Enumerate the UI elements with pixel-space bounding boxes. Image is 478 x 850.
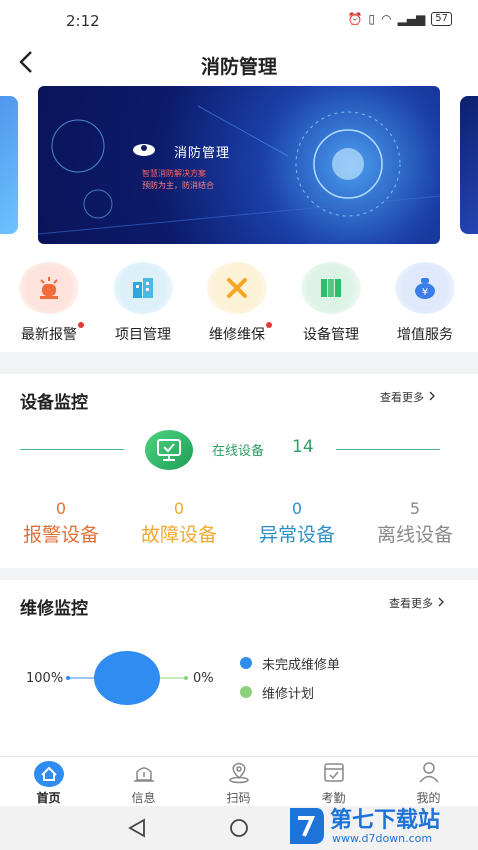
- banner-slogan: 预防为主，防消结合: [142, 181, 214, 190]
- user-icon: [381, 760, 476, 788]
- tab-1[interactable]: 信息: [96, 757, 191, 807]
- device-stat-label: 报警设备: [22, 524, 99, 546]
- divider-left: [20, 449, 124, 450]
- online-device-label: 在线设备: [212, 444, 265, 459]
- vibrate-icon: ▯: [368, 12, 376, 26]
- signal-icon: ▂▄▆: [397, 12, 426, 26]
- alarm-light-icon: [19, 262, 79, 314]
- quick-menu: 最新报警项目管理 维修维保设备管理 ¥ 增值服务: [0, 260, 478, 352]
- pie-label-right: 0%: [193, 671, 214, 686]
- money-bag-icon: ¥: [395, 262, 455, 314]
- banner-prev-slide[interactable]: [0, 96, 18, 234]
- location-scan-icon: [191, 760, 286, 788]
- online-device-count: 14: [292, 437, 314, 457]
- quick-menu-label: 项目管理: [115, 327, 171, 343]
- divider-right: [336, 449, 440, 450]
- device-more-link[interactable]: 查看更多: [380, 389, 436, 405]
- device-monitor-title: 设备监控: [20, 393, 88, 413]
- pie-slice-0: [94, 651, 160, 705]
- device-stat-0[interactable]: 0 报警设备: [2, 499, 120, 547]
- chevron-right-icon: [438, 597, 444, 607]
- status-time: 2:12: [66, 12, 100, 30]
- banner-carousel[interactable]: 消防管理 智慧消防解决方案 预防为主，防消结合: [0, 84, 478, 260]
- device-stat-value: 0: [173, 499, 185, 518]
- repair-pie-chart: 100% 0%: [26, 651, 214, 705]
- repair-more-label: 查看更多: [389, 597, 433, 610]
- nav-back-icon[interactable]: [126, 818, 148, 838]
- pie-leader-dot-right: [184, 676, 188, 680]
- tab-0[interactable]: 首页: [1, 757, 96, 807]
- status-icons: ⏰ ▯ ◠ ▂▄▆ 57: [348, 12, 452, 26]
- legend-label-unfinished: 未完成维修单: [262, 658, 341, 673]
- app-header: 消防管理: [0, 44, 478, 84]
- repair-monitor-title: 维修监控: [20, 599, 88, 619]
- online-device-icon: [145, 430, 193, 470]
- quick-menu-item-3[interactable]: 设备管理: [284, 260, 378, 352]
- repair-monitor-card: 维修监控 查看更多 100% 0% 未完成维修单 维修计划: [0, 580, 478, 756]
- quick-menu-label: 增值服务: [397, 327, 453, 343]
- device-stat-value: 5: [409, 499, 421, 518]
- tab-label: 信息: [131, 791, 156, 805]
- watermark-logo: [290, 808, 324, 844]
- building-icon: [113, 262, 173, 314]
- banner-background-art: [38, 105, 440, 235]
- device-stat-3[interactable]: 5 离线设备: [356, 499, 474, 547]
- notification-dot: [78, 322, 84, 328]
- banner-slide[interactable]: 消防管理 智慧消防解决方案 预防为主，防消结合: [38, 86, 440, 244]
- wifi-icon: ◠: [381, 12, 392, 26]
- quick-menu-item-4[interactable]: ¥ 增值服务: [378, 260, 472, 352]
- alert-icon: [96, 760, 191, 788]
- wrench-icon: [207, 262, 267, 314]
- server-icon: [301, 262, 361, 314]
- calendar-check-icon: [286, 760, 381, 788]
- quick-menu-item-2[interactable]: 维修维保: [190, 260, 284, 352]
- home-icon: [1, 760, 96, 792]
- pie-leader-dot-left: [66, 676, 70, 680]
- battery-icon: 57: [431, 12, 452, 26]
- device-stat-label: 离线设备: [376, 524, 453, 546]
- device-stat-label: 异常设备: [258, 524, 335, 546]
- pie-label-left: 100%: [26, 671, 63, 686]
- page-title: 消防管理: [200, 56, 277, 78]
- repair-more-link[interactable]: 查看更多: [389, 595, 445, 611]
- banner-next-slide[interactable]: [460, 96, 478, 234]
- quick-menu-item-1[interactable]: 项目管理: [96, 260, 190, 352]
- notification-dot: [266, 322, 272, 328]
- device-stat-1[interactable]: 0 故障设备: [120, 499, 238, 547]
- alarm-clock-icon: ⏰: [347, 12, 363, 26]
- device-monitor-card: 设备监控 查看更多 在线设备 14 0 报警设备 0 故障设备 0 异常设备 5 离线设备: [0, 374, 478, 568]
- device-stat-value: 0: [55, 499, 67, 518]
- banner-subtitle: 智慧消防解决方案: [142, 169, 206, 178]
- tab-label: 首页: [36, 791, 61, 805]
- nav-home-icon[interactable]: [228, 818, 250, 838]
- watermark-brand: 第七下载站: [330, 808, 441, 833]
- device-stat-label: 故障设备: [140, 524, 217, 546]
- tab-2[interactable]: 扫码: [191, 757, 286, 807]
- quick-menu-label: 设备管理: [303, 327, 359, 343]
- quick-menu-item-0[interactable]: 最新报警: [2, 260, 96, 352]
- fire-helmet-icon: [133, 144, 155, 156]
- banner-title: 消防管理: [174, 146, 231, 161]
- legend-dot-plan: [240, 686, 252, 698]
- svg-text:¥: ¥: [422, 287, 428, 298]
- tab-label: 扫码: [226, 791, 251, 805]
- device-stat-2[interactable]: 0 异常设备: [238, 499, 356, 547]
- legend-dot-unfinished: [240, 657, 252, 669]
- chevron-right-icon: [429, 391, 435, 401]
- status-bar: 2:12 ⏰ ▯ ◠ ▂▄▆ 57: [0, 0, 478, 44]
- legend-label-plan: 维修计划: [262, 687, 315, 702]
- battery-level: 57: [435, 13, 448, 24]
- device-stat-value: 0: [291, 499, 303, 518]
- watermark-url: www.d7down.com: [332, 832, 433, 845]
- device-more-label: 查看更多: [380, 391, 424, 404]
- watermark: 第七下载站 www.d7down.com: [286, 800, 476, 850]
